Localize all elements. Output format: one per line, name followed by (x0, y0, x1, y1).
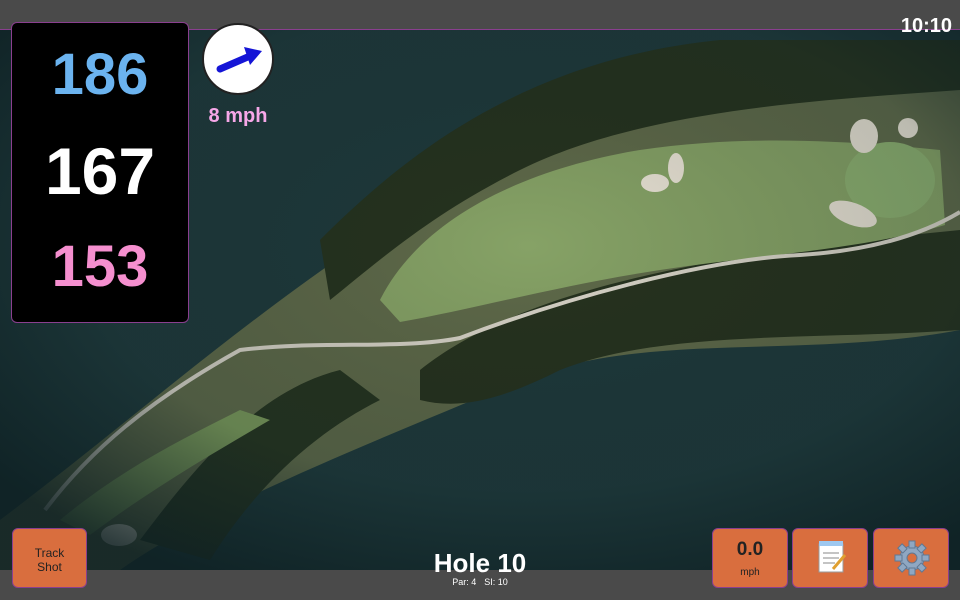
notepad-icon (818, 541, 847, 573)
wind-direction-arrow-icon (216, 47, 262, 73)
clock: 10:10 (900, 15, 952, 37)
back-yardage: 186 (51, 42, 149, 107)
wind-button-value: 0.0 (736, 539, 764, 560)
wind-speed-button[interactable]: 0.0 mph (712, 528, 788, 588)
settings-button[interactable] (873, 528, 949, 588)
track-shot-button[interactable]: Track Shot (12, 528, 87, 588)
hole-title: Hole 10 (433, 548, 527, 578)
hole-stroke-index: SI: 10 (484, 577, 508, 587)
track-shot-label-line2: Shot (37, 560, 62, 574)
wind-button-unit: mph (740, 567, 760, 578)
front-yardage: 153 (51, 234, 149, 299)
hole-info: Par: 4 SI: 10 (380, 577, 580, 587)
yardage-panel: 186 167 153 (11, 22, 189, 323)
middle-yardage: 167 (44, 134, 156, 208)
track-shot-label-line1: Track (34, 546, 65, 560)
hole-par: Par: 4 (452, 577, 477, 587)
notes-button[interactable] (792, 528, 868, 588)
gear-icon (894, 540, 930, 576)
wind-speed-label: 8 mph (208, 105, 268, 127)
wind-indicator (202, 23, 274, 95)
